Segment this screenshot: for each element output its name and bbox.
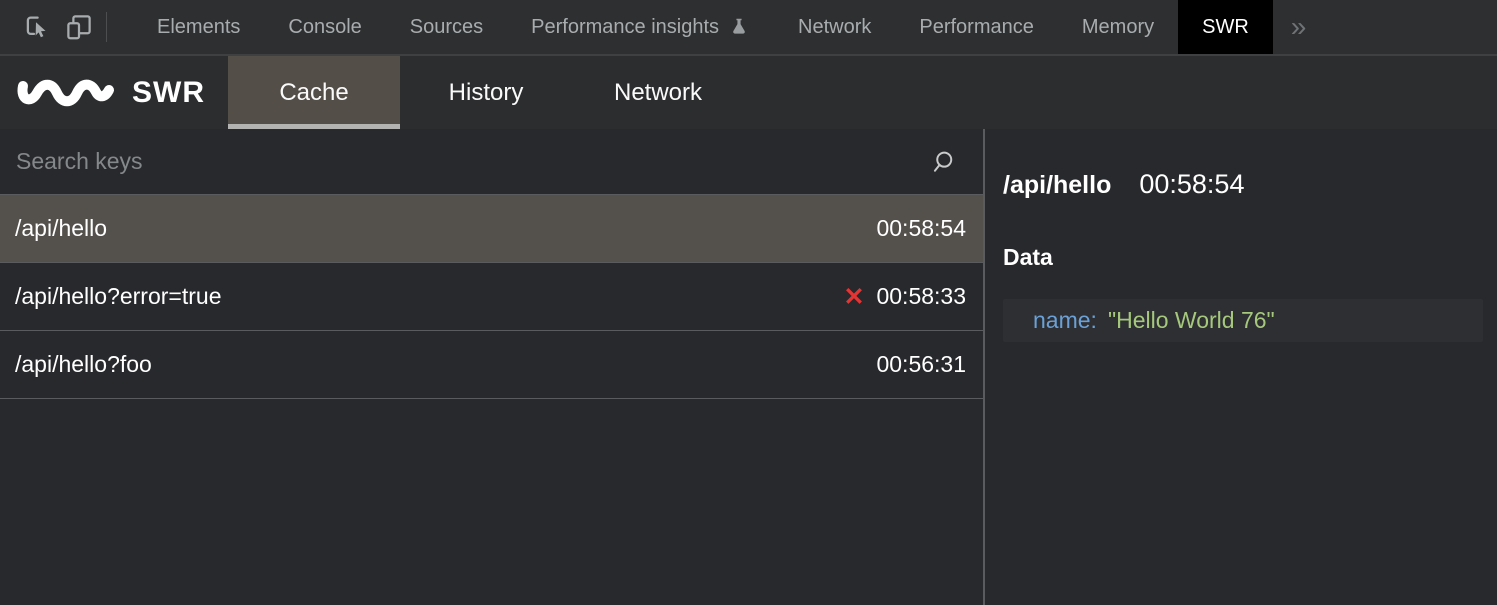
tab-network[interactable]: Network: [774, 0, 895, 54]
swr-header-bar: SWR Cache History Network: [0, 56, 1497, 129]
tab-elements[interactable]: Elements: [133, 0, 264, 54]
flask-icon: [728, 16, 750, 38]
swr-wave-icon: [16, 73, 116, 113]
detail-timestamp: 00:58:54: [1139, 169, 1244, 200]
cache-key-row[interactable]: /api/hello?foo 00:56:31: [0, 331, 983, 399]
devtools-tabs: Elements Console Sources Performance ins…: [133, 0, 1497, 54]
toolbar-divider: [106, 12, 107, 42]
inspect-element-icon[interactable]: [16, 7, 58, 47]
cache-key-timestamp: 00:58:54: [876, 215, 966, 242]
more-tabs-icon[interactable]: »: [1273, 0, 1325, 54]
cache-detail-panel: /api/hello 00:58:54 Data name: "Hello Wo…: [985, 129, 1497, 605]
data-section-label: Data: [1003, 244, 1483, 271]
tab-sources[interactable]: Sources: [386, 0, 507, 54]
cache-key-row[interactable]: /api/hello?error=true ✕ 00:58:33: [0, 263, 983, 331]
detail-key: /api/hello: [1003, 171, 1111, 200]
swr-tab-history[interactable]: History: [400, 56, 572, 129]
tab-swr[interactable]: SWR: [1178, 0, 1273, 54]
tab-console[interactable]: Console: [264, 0, 385, 54]
cache-key-timestamp: 00:56:31: [876, 351, 966, 378]
cache-key-timestamp: 00:58:33: [876, 283, 966, 310]
search-icon[interactable]: [931, 147, 961, 177]
devtools-toolbar-icons: [0, 0, 117, 54]
error-x-icon: ✕: [844, 282, 865, 312]
json-tree-row[interactable]: name: "Hello World 76": [1003, 299, 1483, 342]
search-bar: [0, 129, 983, 195]
cache-key-row[interactable]: /api/hello 00:58:54: [0, 195, 983, 263]
tab-performance-insights-label: Performance insights: [531, 16, 719, 39]
cache-key-label: /api/hello?error=true: [15, 283, 844, 310]
search-input[interactable]: [14, 147, 931, 176]
tab-performance-insights[interactable]: Performance insights: [507, 0, 774, 54]
json-key: name:: [1033, 307, 1097, 334]
json-value: "Hello World 76": [1108, 307, 1275, 334]
swr-logo-text: SWR: [132, 76, 205, 110]
cache-key-label: /api/hello?foo: [15, 351, 876, 378]
swr-tab-cache[interactable]: Cache: [228, 56, 400, 129]
cache-keys-panel: /api/hello 00:58:54 /api/hello?error=tru…: [0, 129, 985, 605]
cache-key-label: /api/hello: [15, 215, 876, 242]
devtools-toolbar: Elements Console Sources Performance ins…: [0, 0, 1497, 56]
tab-memory[interactable]: Memory: [1058, 0, 1178, 54]
tab-performance[interactable]: Performance: [895, 0, 1058, 54]
swr-panel-content: /api/hello 00:58:54 /api/hello?error=tru…: [0, 129, 1497, 605]
swr-logo: SWR: [0, 56, 228, 129]
swr-tab-network[interactable]: Network: [572, 56, 744, 129]
detail-header: /api/hello 00:58:54: [1003, 169, 1483, 200]
device-toolbar-icon[interactable]: [58, 7, 100, 47]
